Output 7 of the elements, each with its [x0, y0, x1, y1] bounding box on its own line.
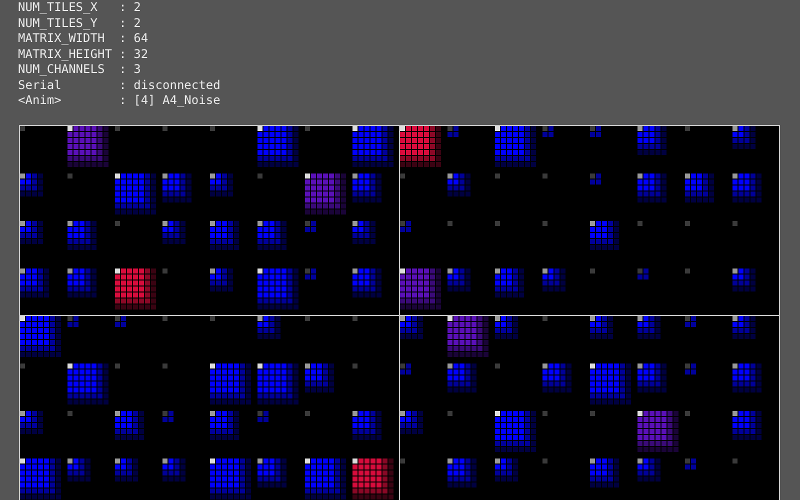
info-line: MATRIX_WIDTH : 64 [18, 31, 150, 46]
info-line: <Anim> : [4] A4_Noise [18, 93, 222, 108]
info-line: Serial : disconnected [18, 78, 222, 93]
info-line: NUM_TILES_Y : 2 [18, 16, 142, 31]
info-line: NUM_TILES_X : 2 [18, 0, 142, 16]
info-line: NUM_CHANNELS : 3 [18, 62, 142, 78]
info-line: MATRIX_HEIGHT : 32 [18, 46, 150, 62]
